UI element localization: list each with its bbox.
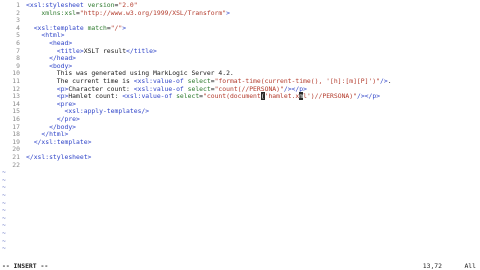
empty-buffer-line: ~ xyxy=(0,199,480,208)
code-line[interactable]: 22 xyxy=(0,161,480,170)
empty-buffer-line: ~ xyxy=(0,222,480,230)
empty-buffer-line: ~ xyxy=(0,237,480,246)
line-content: <p>Hamlet count: <xsl:value-of select="c… xyxy=(56,92,381,101)
code-editor[interactable]: 1 <xsl:stylesheet version="2.0" 2 xmlns:xs… xyxy=(0,0,480,262)
line-content: </xsl:stylesheet> xyxy=(26,153,92,161)
tilde-marker: ~ xyxy=(2,244,6,253)
empty-buffer-line: ~ xyxy=(0,245,480,253)
empty-buffer-line: ~ xyxy=(0,207,480,215)
scroll-percent: All xyxy=(464,262,476,270)
code-line[interactable]: 17 </body> xyxy=(0,123,480,132)
line-content: xmlns:xsl="http://www.w3.org/1999/XSL/Tr… xyxy=(41,8,230,17)
empty-buffer-line: ~ xyxy=(0,191,480,200)
code-line[interactable]: 4 <xsl:template match="/"> xyxy=(0,24,480,33)
empty-buffer-line: ~ xyxy=(0,169,480,177)
line-content: </xsl:template> xyxy=(33,137,92,146)
mode-indicator: -- INSERT -- xyxy=(2,262,49,270)
code-line[interactable]: 21 </xsl:stylesheet> xyxy=(0,153,480,162)
empty-buffer-line: ~ xyxy=(0,214,480,223)
code-line[interactable]: 19 </xsl:template> xyxy=(0,137,480,147)
empty-buffer-line: ~ xyxy=(0,184,480,192)
empty-buffer-line: ~ xyxy=(0,176,480,185)
status-bar: -- INSERT -- 13,72 All xyxy=(0,262,480,270)
empty-buffer-line: ~ xyxy=(0,229,480,238)
code-line[interactable]: 2 xmlns:xsl="http://www.w3.org/1999/XSL/… xyxy=(0,8,480,18)
cursor-position: 13,72 xyxy=(422,262,442,270)
